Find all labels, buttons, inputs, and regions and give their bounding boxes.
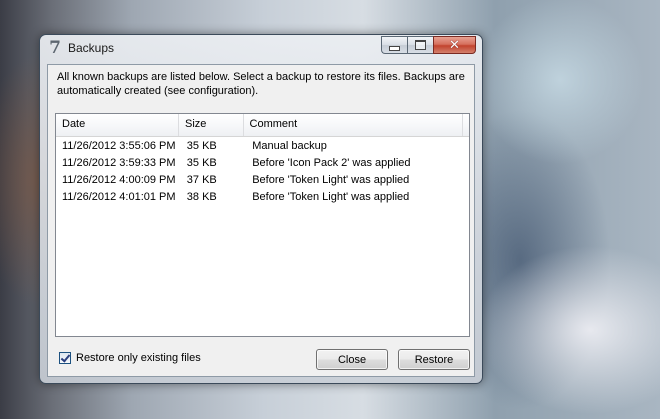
restore-existing-option[interactable]: Restore only existing files [59, 352, 201, 364]
close-icon: ✕ [449, 37, 460, 53]
description-text: All known backups are listed below. Sele… [57, 71, 465, 97]
list-header: Date Size Comment [56, 114, 469, 137]
table-row[interactable]: 11/26/2012 3:55:06 PM 35 KB Manual backu… [56, 138, 469, 155]
backups-dialog: 7 Backups ✕ All known backups are listed… [39, 34, 483, 384]
table-row[interactable]: 11/26/2012 4:00:09 PM 37 KB Before 'Toke… [56, 172, 469, 189]
maximize-icon [415, 40, 426, 50]
cell-date: 11/26/2012 4:00:09 PM [62, 174, 176, 186]
maximize-button[interactable] [407, 36, 433, 54]
backup-list[interactable]: Date Size Comment 11/26/2012 3:55:06 PM … [55, 113, 470, 337]
caption-buttons: ✕ [381, 36, 476, 55]
cell-date: 11/26/2012 4:01:01 PM [62, 191, 176, 203]
minimize-button[interactable] [381, 36, 407, 54]
window-title: Backups [68, 41, 115, 55]
column-header-comment[interactable]: Comment [244, 114, 464, 136]
minimize-icon [389, 45, 400, 51]
column-header-filler [463, 114, 469, 136]
title-bar[interactable]: 7 Backups ✕ [40, 35, 482, 63]
cell-comment: Before 'Token Light' was applied [252, 174, 410, 186]
restore-existing-checkbox[interactable] [59, 352, 71, 364]
cell-date: 11/26/2012 3:59:33 PM [62, 157, 176, 169]
cell-size: 35 KB [186, 157, 217, 169]
cell-size: 37 KB [186, 174, 217, 186]
cell-size: 38 KB [186, 191, 217, 203]
restore-existing-label[interactable]: Restore only existing files [76, 352, 201, 364]
list-rows: 11/26/2012 3:55:06 PM 35 KB Manual backu… [56, 138, 469, 206]
column-header-date[interactable]: Date [56, 114, 179, 136]
close-window-button[interactable]: ✕ [433, 36, 476, 54]
cell-comment: Before 'Token Light' was applied [252, 191, 410, 203]
table-row[interactable]: 11/26/2012 4:01:01 PM 38 KB Before 'Toke… [56, 189, 469, 206]
column-header-size[interactable]: Size [179, 114, 244, 136]
dialog-client-area: All known backups are listed below. Sele… [47, 64, 475, 377]
seven-icon: 7 [49, 38, 61, 58]
table-row[interactable]: 11/26/2012 3:59:33 PM 35 KB Before 'Icon… [56, 155, 469, 172]
cell-comment: Manual backup [252, 140, 327, 152]
cell-comment: Before 'Icon Pack 2' was applied [252, 157, 411, 169]
restore-button[interactable]: Restore [398, 349, 470, 370]
cell-date: 11/26/2012 3:55:06 PM [62, 140, 176, 152]
close-button[interactable]: Close [316, 349, 388, 370]
cell-size: 35 KB [186, 140, 217, 152]
